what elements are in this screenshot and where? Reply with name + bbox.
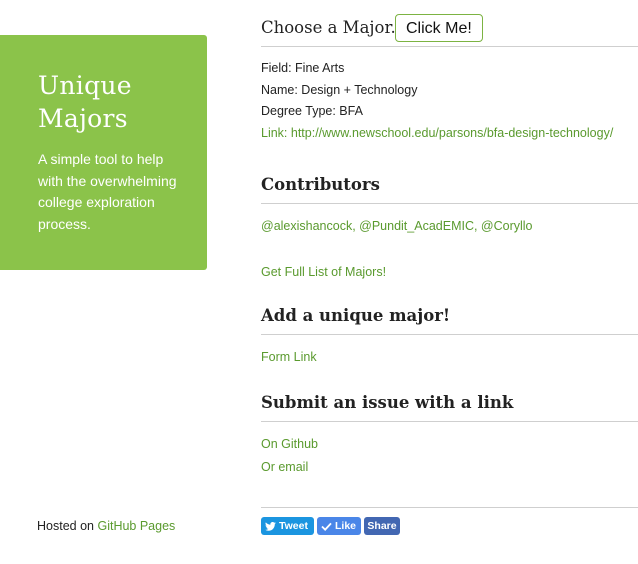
github-issue-link[interactable]: On Github <box>261 437 318 451</box>
share-bar: Tweet Like Share <box>261 507 638 535</box>
major-name: Name: Design + Technology <box>261 82 418 97</box>
major-chooser: Choose a Major. Click Me! <box>261 14 638 47</box>
like-label: Like <box>335 520 357 532</box>
choose-major-label: Choose a Major. <box>261 18 396 37</box>
form-link[interactable]: Form Link <box>261 350 317 364</box>
hosted-on-footer: Hosted on GitHub Pages <box>37 519 175 533</box>
site-description: A simple tool to help with the overwhelm… <box>38 151 177 232</box>
add-major-heading: Add a unique major! <box>261 306 638 335</box>
site-title: Unique Majors <box>38 71 132 133</box>
tweet-label: Tweet <box>279 520 308 532</box>
email-link[interactable]: Or email <box>261 460 308 474</box>
contributors-heading: Contributors <box>261 175 638 204</box>
add-major-section: Add a unique major! Form Link <box>261 306 638 366</box>
facebook-share-button[interactable]: Share <box>364 517 400 535</box>
major-details: Field: Fine Arts Name: Design + Technolo… <box>261 58 613 145</box>
hero-card: Unique Majors A simple tool to help with… <box>0 35 207 270</box>
major-field: Field: Fine Arts <box>261 61 345 75</box>
contributors-links[interactable]: @alexishancock, @Pundit_AcadEMIC, @Coryl… <box>261 219 533 233</box>
click-me-button[interactable]: Click Me! <box>395 14 483 42</box>
submit-issue-heading: Submit an issue with a link <box>261 393 638 422</box>
twitter-bird-icon <box>265 521 276 531</box>
github-pages-link[interactable]: GitHub Pages <box>97 519 175 533</box>
tweet-button[interactable]: Tweet <box>261 517 314 535</box>
share-label: Share <box>367 520 397 532</box>
full-list-link[interactable]: Get Full List of Majors! <box>261 265 386 279</box>
contributors-section: Contributors @alexishancock, @Pundit_Aca… <box>261 175 638 281</box>
major-degree-type: Degree Type: BFA <box>261 104 363 119</box>
major-link[interactable]: Link: http://www.newschool.edu/parsons/b… <box>261 126 613 140</box>
hosted-prefix: Hosted on <box>37 519 98 533</box>
facebook-like-button[interactable]: Like <box>317 517 361 535</box>
submit-issue-section: Submit an issue with a link On Github Or… <box>261 393 638 476</box>
checkmark-icon <box>321 522 332 531</box>
